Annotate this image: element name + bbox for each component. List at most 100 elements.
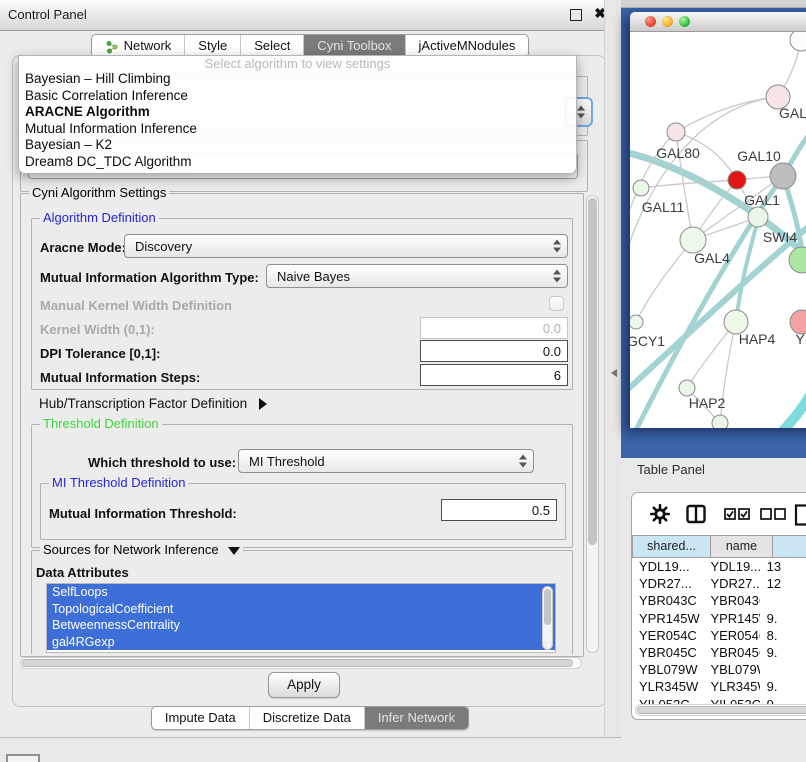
table-cell: 9. [760,610,806,627]
network-node-swi4[interactable] [789,247,806,273]
bottom-tab-discretize-data[interactable]: Discretize Data [249,707,364,729]
settings-vscrollbar[interactable] [586,195,599,653]
dpi-tolerance-field[interactable]: 0.0 [420,340,568,362]
attribute-item[interactable]: TopologicalCoefficient [47,601,555,618]
float-window-icon[interactable] [570,9,582,21]
toolbar-edge [621,0,806,8]
bottom-tabs-wrap: Impute DataDiscretize DataInfer Network [0,706,620,730]
aracne-mode-label: Aracne Mode: [40,240,126,255]
zoom-traffic-light-icon[interactable] [679,16,690,27]
column-header-A[interactable]: A [773,535,806,558]
control-panel: Control Panel ✖ NetworkStyleSelectCyni T… [0,0,621,738]
table-row[interactable]: YPR145WYPR145W9. [632,610,806,627]
algorithm-definition-title: Algorithm Definition [40,211,159,225]
tab-label: Cyni Toolbox [317,35,391,57]
tab-network[interactable]: Network [92,35,185,57]
algorithm-dropdown-popup: Select algorithm to view settings Bayesi… [18,55,577,174]
panel-title: Control Panel [8,0,87,30]
table-cell: YBL079W [703,661,759,678]
table-hscrollbar[interactable] [635,704,806,716]
deselect-all-checkboxes-icon[interactable] [760,504,788,524]
dropdown-item[interactable]: ARACNE Algorithm [19,104,576,121]
tab-style[interactable]: Style [184,35,240,57]
node-label: HAP4 [739,331,776,347]
table-cell: YLR345W [632,678,703,695]
tab-jactivemnodules[interactable]: jActiveMNodules [405,35,529,57]
attribute-item[interactable]: BetweennessCentrality [47,617,555,634]
dropdown-item[interactable]: Mutual Information Inference [19,121,576,138]
select-all-checkboxes-icon[interactable] [724,504,752,524]
table-row[interactable]: YDL19...YDL19...13 [632,558,806,575]
tab-cyni-toolbox[interactable]: Cyni Toolbox [303,35,404,57]
algorithm-definition-group: Algorithm Definition Aracne Mode: Discov… [31,218,573,390]
network-node[interactable] [790,32,806,51]
table-hscroll-thumb[interactable] [637,706,806,714]
bottom-tab-impute-data[interactable]: Impute Data [152,707,249,729]
threshold-definition-title: Threshold Definition [40,417,162,431]
column-header-shared[interactable]: shared... [632,535,711,558]
table-row[interactable]: YBL079WYBL079W [632,661,806,678]
mi-steps-field[interactable]: 6 [420,364,568,386]
hub-definition-toggle[interactable]: Hub/Transcription Factor Definition [39,396,267,411]
which-threshold-combo[interactable]: MI Threshold [238,449,534,473]
column-header-name[interactable]: name [711,535,773,558]
network-node-gcy1[interactable] [630,315,643,329]
settings-hscrollbar[interactable] [20,657,582,669]
apply-button[interactable]: Apply [268,672,340,698]
dropdown-item[interactable]: Bayesian – K2 [19,137,576,154]
network-view-window[interactable]: GALGAL80GAL10GAL1GAL11SWI4GAL4GCY1HAP4YH… [630,12,806,428]
table-cell: YBR043C [703,592,759,609]
table-row[interactable]: YLR345WYLR345W9. [632,678,806,695]
network-window-titlebar[interactable] [630,12,806,32]
tab-select[interactable]: Select [240,35,303,57]
node-label: Y [795,331,805,347]
table-cell: YBR045C [703,644,759,661]
spinner-icon [553,270,562,283]
dropdown-item[interactable]: Bayesian – Hill Climbing [19,71,576,88]
new-table-icon[interactable] [794,504,806,524]
network-node-gal11[interactable] [633,180,649,196]
mi-type-combo[interactable]: Naive Bayes [266,264,568,288]
attribute-item[interactable]: gal4RGexp [47,634,555,651]
table-row[interactable]: YBR045CYBR045C9. [632,644,806,661]
gear-icon[interactable] [650,504,670,524]
aracne-mode-value: Discovery [135,239,192,254]
list-vscrollbar[interactable] [542,586,553,650]
attribute-item[interactable]: SelfLoops [47,584,555,601]
network-node-gal10[interactable] [770,163,796,189]
table-panel-window: shared...nameA YDL19...YDL19...13YDR27..… [631,492,806,720]
cyni-settings-title: Cyni Algorithm Settings [29,186,169,200]
splitter-collapse-icon[interactable] [611,369,617,377]
spinner-icon [519,455,528,468]
table-cell: YER054C [703,627,759,644]
dropdown-item[interactable]: Dream8 DC_TDC Algorithm [19,154,576,171]
dropdown-item[interactable]: Basic Correlation Inference [19,88,576,105]
node-label: GCY1 [630,333,665,349]
network-node-hap2[interactable] [679,380,695,396]
manual-kernel-checkbox[interactable] [549,296,564,311]
table-cell: YDL19... [703,558,759,575]
node-label: GAL1 [744,192,780,208]
network-node-gal1[interactable] [748,207,768,227]
data-attributes-list[interactable]: SelfLoopsTopologicalCoefficientBetweenne… [46,583,556,653]
bottom-tab-infer-network[interactable]: Infer Network [364,707,468,729]
grid-corner-icon[interactable] [6,754,40,762]
settings-vscroll-thumb[interactable] [588,198,597,545]
network-canvas[interactable]: GALGAL80GAL10GAL1GAL11SWI4GAL4GCY1HAP4YH… [630,32,806,428]
network-node[interactable] [728,171,746,189]
close-traffic-light-icon[interactable] [645,16,656,27]
table-row[interactable]: YBR043CYBR043C [632,592,806,609]
column-layout-icon[interactable] [686,504,706,524]
collapse-down-icon[interactable] [228,547,240,555]
network-node-gal80[interactable] [667,123,685,141]
settings-hscroll-thumb[interactable] [22,659,573,667]
aracne-mode-combo[interactable]: Discovery [124,234,568,258]
table-row[interactable]: YDR27...YDR27...12 [632,575,806,592]
mi-threshold-field[interactable]: 0.5 [441,499,557,521]
list-vscroll-thumb[interactable] [544,589,551,625]
minimize-traffic-light-icon[interactable] [662,16,673,27]
kernel-width-field[interactable]: 0.0 [420,317,568,339]
network-node[interactable] [712,415,728,428]
app-root: Control Panel ✖ NetworkStyleSelectCyni T… [0,0,806,762]
table-row[interactable]: YER054CYER054C8. [632,627,806,644]
